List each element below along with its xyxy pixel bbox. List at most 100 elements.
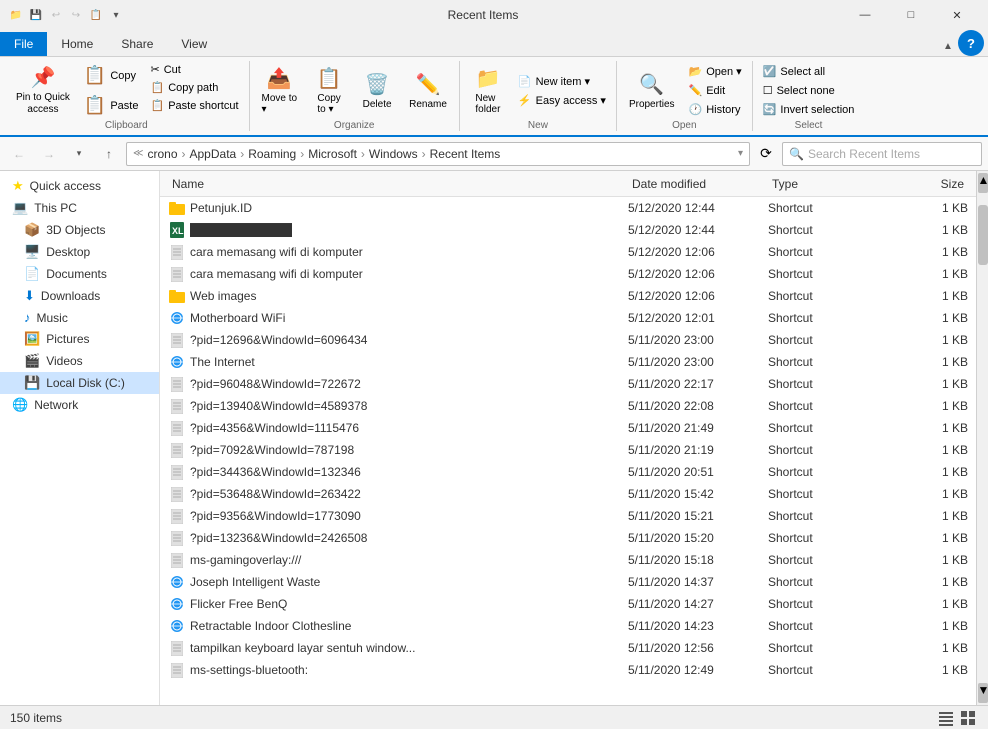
file-row[interactable]: cara memasang wifi di komputer 5/12/2020…: [160, 263, 976, 285]
back-button[interactable]: ←: [6, 141, 32, 167]
file-row[interactable]: ms-gamingoverlay:/// 5/11/2020 15:18 Sho…: [160, 549, 976, 571]
select-none-button[interactable]: ☐ Select none: [759, 82, 859, 99]
file-name: ms-gamingoverlay:///: [190, 553, 628, 567]
tab-share[interactable]: Share: [107, 32, 167, 56]
file-row[interactable]: ?pid=34436&WindowId=132346 5/11/2020 20:…: [160, 461, 976, 483]
col-header-date[interactable]: Date modified: [628, 177, 768, 191]
file-row[interactable]: Motherboard WiFi 5/12/2020 12:01 Shortcu…: [160, 307, 976, 329]
sidebar-item-downloads[interactable]: ⬇ Downloads: [0, 285, 159, 307]
file-name: cara memasang wifi di komputer: [190, 267, 628, 281]
cut-label: Cut: [164, 64, 181, 76]
col-header-type[interactable]: Type: [768, 177, 888, 191]
properties-button[interactable]: 🔍 Properties: [623, 68, 681, 114]
file-row[interactable]: ?pid=13236&WindowId=2426508 5/11/2020 15…: [160, 527, 976, 549]
new-group-label: New: [466, 120, 610, 131]
redo-icon[interactable]: ↪: [68, 7, 84, 23]
file-row[interactable]: ?pid=9356&WindowId=1773090 5/11/2020 15:…: [160, 505, 976, 527]
edit-button[interactable]: ✏️ Edit: [685, 82, 746, 99]
path-recent-items[interactable]: Recent Items: [430, 147, 501, 161]
move-to-button[interactable]: 📤 Move to▾: [256, 62, 304, 119]
view-list-button[interactable]: [936, 708, 956, 728]
file-icon: [168, 309, 186, 327]
new-item-button[interactable]: 📄 New item ▾: [514, 73, 610, 90]
tab-file[interactable]: File: [0, 32, 47, 56]
file-row[interactable]: ?pid=96048&WindowId=722672 5/11/2020 22:…: [160, 373, 976, 395]
file-row[interactable]: Flicker Free BenQ 5/11/2020 14:27 Shortc…: [160, 593, 976, 615]
pin-quick-access-button[interactable]: 📌 Pin to Quickaccess: [10, 61, 76, 120]
delete-button[interactable]: 🗑️ Delete: [355, 68, 399, 114]
file-row[interactable]: ms-settings-bluetooth: 5/11/2020 12:49 S…: [160, 659, 976, 681]
address-dropdown-icon[interactable]: ▾: [738, 148, 743, 159]
scroll-thumb[interactable]: [978, 205, 988, 265]
file-row[interactable]: ?pid=12696&WindowId=6096434 5/11/2020 23…: [160, 329, 976, 351]
open-button[interactable]: 📂 Open ▾: [685, 63, 746, 80]
copy-path-button[interactable]: 📋 Copy path: [146, 79, 242, 96]
ribbon-collapse-button[interactable]: ▲: [938, 36, 958, 56]
invert-selection-button[interactable]: 🔄 Invert selection: [759, 101, 859, 118]
tab-home[interactable]: Home: [47, 32, 107, 56]
history-button[interactable]: 🕐 History: [685, 101, 746, 118]
path-microsoft[interactable]: Microsoft: [308, 147, 357, 161]
copy-button[interactable]: 📋 Copy: [78, 61, 145, 90]
file-row[interactable]: ?pid=13940&WindowId=4589378 5/11/2020 22…: [160, 395, 976, 417]
sidebar-item-this-pc[interactable]: 💻 This PC: [0, 197, 159, 219]
rename-button[interactable]: ✏️ Rename: [403, 68, 453, 114]
file-row[interactable]: Petunjuk.ID 5/12/2020 12:44 Shortcut 1 K…: [160, 197, 976, 219]
help-button[interactable]: ?: [958, 30, 984, 56]
scroll-up-button[interactable]: ▲: [978, 173, 988, 193]
file-row[interactable]: XL ████████████ 5/12/2020 12:44 Shortcut…: [160, 219, 976, 241]
paste-button[interactable]: 📋 Paste: [78, 91, 145, 120]
path-appdata[interactable]: AppData: [190, 147, 237, 161]
easy-access-button[interactable]: ⚡ Easy access ▾: [514, 92, 610, 109]
col-header-size[interactable]: Size: [888, 177, 968, 191]
file-row[interactable]: Web images 5/12/2020 12:06 Shortcut 1 KB: [160, 285, 976, 307]
file-date: 5/12/2020 12:06: [628, 267, 768, 281]
search-bar[interactable]: 🔍 Search Recent Items: [782, 142, 982, 166]
address-bar[interactable]: ≪ crono › AppData › Roaming › Microsoft …: [126, 142, 750, 166]
dropdown-icon[interactable]: ▾: [108, 7, 124, 23]
path-windows[interactable]: Windows: [369, 147, 418, 161]
file-row[interactable]: Joseph Intelligent Waste 5/11/2020 14:37…: [160, 571, 976, 593]
minimize-button[interactable]: —: [842, 0, 888, 30]
sidebar-item-local-disk[interactable]: 💾 Local Disk (C:): [0, 372, 159, 394]
select-all-button[interactable]: ☑️ Select all: [759, 63, 859, 80]
sidebar-item-videos[interactable]: 🎬 Videos: [0, 350, 159, 372]
properties-icon[interactable]: 📋: [88, 7, 104, 23]
quick-access-icon[interactable]: 💾: [28, 7, 44, 23]
sidebar-item-desktop[interactable]: 🖥️ Desktop: [0, 241, 159, 263]
cut-button[interactable]: ✂ Cut: [146, 61, 242, 78]
scrollbar[interactable]: ▲ ▼: [976, 171, 988, 705]
sidebar-item-network[interactable]: 🌐 Network: [0, 394, 159, 416]
file-row[interactable]: Retractable Indoor Clothesline 5/11/2020…: [160, 615, 976, 637]
sidebar-item-quick-access[interactable]: ★ Quick access: [0, 175, 159, 197]
close-button[interactable]: ✕: [934, 0, 980, 30]
file-row[interactable]: tampilkan keyboard layar sentuh window..…: [160, 637, 976, 659]
up-button[interactable]: ↑: [96, 141, 122, 167]
file-row[interactable]: ?pid=53648&WindowId=263422 5/11/2020 15:…: [160, 483, 976, 505]
copy-to-button[interactable]: 📋 Copyto ▾: [307, 62, 351, 119]
file-row[interactable]: The Internet 5/11/2020 23:00 Shortcut 1 …: [160, 351, 976, 373]
file-name: Web images: [190, 289, 628, 303]
undo-icon[interactable]: ↩: [48, 7, 64, 23]
col-header-name[interactable]: Name: [168, 177, 628, 191]
file-row[interactable]: ?pid=4356&WindowId=1115476 5/11/2020 21:…: [160, 417, 976, 439]
path-crono[interactable]: crono: [147, 147, 177, 161]
file-row[interactable]: ?pid=7092&WindowId=787198 5/11/2020 21:1…: [160, 439, 976, 461]
sidebar-item-pictures[interactable]: 🖼️ Pictures: [0, 328, 159, 350]
maximize-button[interactable]: □: [888, 0, 934, 30]
sidebar-item-music[interactable]: ♪ Music: [0, 307, 159, 328]
path-roaming[interactable]: Roaming: [248, 147, 296, 161]
recent-button[interactable]: ▾: [66, 141, 92, 167]
rename-icon: ✏️: [416, 72, 441, 97]
forward-button[interactable]: →: [36, 141, 62, 167]
file-name: ?pid=34436&WindowId=132346: [190, 465, 628, 479]
scroll-down-button[interactable]: ▼: [978, 683, 988, 703]
sidebar-item-documents[interactable]: 📄 Documents: [0, 263, 159, 285]
new-folder-button[interactable]: 📁 Newfolder: [466, 62, 510, 119]
sidebar-item-3d-objects[interactable]: 📦 3D Objects: [0, 219, 159, 241]
paste-shortcut-button[interactable]: 📋 Paste shortcut: [146, 97, 242, 114]
tab-view[interactable]: View: [167, 32, 221, 56]
view-grid-button[interactable]: [958, 708, 978, 728]
file-row[interactable]: cara memasang wifi di komputer 5/12/2020…: [160, 241, 976, 263]
refresh-button[interactable]: ⟳: [754, 142, 778, 166]
